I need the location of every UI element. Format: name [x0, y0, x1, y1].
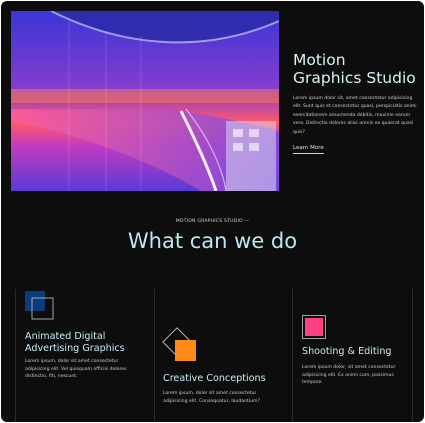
column-divider: [412, 289, 413, 422]
pink-square-icon: [302, 315, 326, 339]
orange-square-with-diamond-icon: [162, 327, 198, 363]
hero-description: Lorem ipsum dolor sit, amet consectetur …: [293, 96, 417, 135]
section-eyebrow: MOTION GRAPHICS STUDIO —: [175, 219, 250, 224]
card-title: Creative Conceptions: [163, 373, 266, 384]
hero-photo-art: [11, 11, 279, 191]
section-title: What can we do: [127, 229, 298, 253]
card-text: Lorem ipsum, dolor sit amet consectetur …: [163, 391, 260, 404]
card-text: Lorem ipsum, dolor sit amet consectetur …: [25, 359, 127, 380]
card-text: Lorem ipsum dolor, sit amet consectetur …: [302, 365, 396, 386]
learn-more-link[interactable]: Learn More: [293, 144, 324, 154]
hero-image: [11, 11, 279, 191]
column-divider: [15, 289, 16, 422]
card-title: Shooting & Editing: [302, 346, 392, 357]
hero-title: Motion Graphics Studio: [293, 51, 416, 87]
column-divider: [292, 289, 293, 422]
column-divider: [154, 289, 155, 422]
overlapping-blue-squares-icon: [25, 291, 55, 321]
page: Motion Graphics Studio Lorem ipsum dolor…: [1, 1, 424, 422]
card-title: Animated Digital Advertising Graphics: [25, 331, 125, 354]
